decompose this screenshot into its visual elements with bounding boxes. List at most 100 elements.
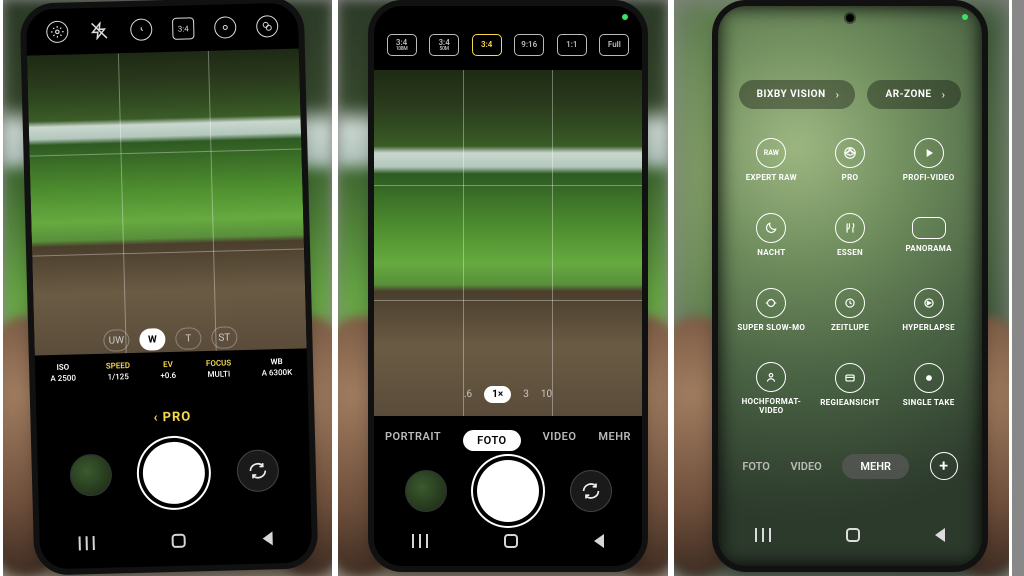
portrait-video-icon bbox=[756, 362, 786, 392]
camera-switch-button[interactable] bbox=[570, 470, 612, 512]
director-view-icon bbox=[835, 363, 865, 393]
zoom-3[interactable]: 3 bbox=[523, 389, 529, 400]
shutter-button[interactable] bbox=[477, 460, 539, 522]
tile-regieansicht[interactable]: REGIEANSICHT bbox=[811, 351, 890, 426]
screenshot-panel-mehr: BIXBY VISION › AR-ZONE› RAWEXPERT RAW PRO… bbox=[671, 0, 1012, 576]
screenshot-panel-pro: 3:4 UW W T ST ISOA 2500 SPEED1/125 EV+0.… bbox=[0, 0, 335, 576]
front-camera-punchhole bbox=[846, 14, 854, 22]
lens-uw[interactable]: UW bbox=[103, 329, 130, 352]
gallery-thumbnail[interactable] bbox=[405, 470, 447, 512]
camera-active-indicator bbox=[622, 14, 628, 20]
nav-recents-icon[interactable] bbox=[78, 536, 94, 550]
mode-grid: RAWEXPERT RAW PRO PROFI-VIDEO NACHT ESSE… bbox=[732, 126, 968, 426]
timer-icon[interactable] bbox=[130, 18, 153, 41]
tile-hochformat-video[interactable]: HOCHFORMAT- VIDEO bbox=[732, 351, 811, 426]
nav-back-icon[interactable] bbox=[935, 528, 945, 542]
mode-indicator-pro[interactable]: ‹ PRO bbox=[36, 406, 308, 428]
phone-frame: 3:4 UW W T ST ISOA 2500 SPEED1/125 EV+0.… bbox=[26, 3, 313, 570]
nav-recents-icon[interactable] bbox=[412, 534, 428, 548]
tile-nacht[interactable]: NACHT bbox=[732, 201, 811, 276]
screenshot-panel-foto: 3:4108M 3:450M 3:4 9:16 1:1 Full .6 1× 3… bbox=[335, 0, 671, 576]
android-navbar bbox=[718, 518, 982, 552]
lens-st[interactable]: ST bbox=[211, 326, 238, 349]
bixby-vision-label: BIXBY VISION bbox=[757, 89, 826, 100]
gallery-thumbnail[interactable] bbox=[69, 454, 112, 497]
tile-pro[interactable]: PRO bbox=[811, 126, 890, 201]
mode-label: PRO bbox=[162, 409, 191, 425]
pro-parameters: ISOA 2500 SPEED1/125 EV+0.6 FOCUSMULTI W… bbox=[35, 356, 307, 383]
top-pill-row: BIXBY VISION › AR-ZONE› bbox=[718, 80, 982, 109]
nav-back-icon[interactable] bbox=[263, 531, 273, 545]
zoom-selector: .6 1× 3 10 bbox=[374, 386, 642, 403]
tile-panorama[interactable]: PANORAMA bbox=[889, 201, 968, 276]
camera-active-indicator bbox=[962, 14, 968, 20]
mode-foto[interactable]: FOTO bbox=[742, 460, 770, 473]
nav-recents-icon[interactable] bbox=[755, 528, 771, 542]
nav-home-icon[interactable] bbox=[171, 534, 185, 548]
nav-home-icon[interactable] bbox=[846, 528, 860, 542]
nav-back-icon[interactable] bbox=[594, 534, 604, 548]
hyperlapse-icon bbox=[914, 288, 944, 318]
zoom-10[interactable]: 10 bbox=[541, 389, 552, 400]
zoom-1x[interactable]: 1× bbox=[484, 386, 511, 403]
tile-single-take[interactable]: SINGLE TAKE bbox=[889, 351, 968, 426]
aspect-3-4[interactable]: 3:4 bbox=[472, 34, 502, 56]
mode-mehr[interactable]: MEHR bbox=[598, 430, 631, 451]
mode-portrait[interactable]: PORTRAIT bbox=[385, 430, 441, 451]
mode-foto[interactable]: FOTO bbox=[463, 430, 521, 451]
android-navbar bbox=[39, 520, 312, 561]
slowmo-icon bbox=[756, 288, 786, 318]
tile-zeitlupe[interactable]: ZEITLUPE bbox=[811, 276, 890, 351]
pro-ev[interactable]: EV+0.6 bbox=[160, 360, 176, 380]
mode-mehr[interactable]: MEHR bbox=[842, 454, 909, 479]
shutter-row bbox=[37, 438, 311, 507]
mode-video[interactable]: VIDEO bbox=[543, 430, 577, 451]
aspect-3-4-50m[interactable]: 3:450M bbox=[429, 34, 459, 56]
aspect-full[interactable]: Full bbox=[599, 34, 629, 56]
ar-zone-button[interactable]: AR-ZONE› bbox=[867, 80, 961, 109]
aspect-ratio-icon[interactable]: 3:4 bbox=[172, 17, 195, 40]
zoom-0-6[interactable]: .6 bbox=[464, 389, 472, 400]
nav-home-icon[interactable] bbox=[504, 534, 518, 548]
camera-switch-button[interactable] bbox=[236, 449, 279, 492]
tile-essen[interactable]: ESSEN bbox=[811, 201, 890, 276]
lens-t[interactable]: T bbox=[175, 327, 202, 350]
raw-icon: RAW bbox=[756, 138, 786, 168]
aspect-1-1[interactable]: 1:1 bbox=[557, 34, 587, 56]
pro-wb[interactable]: WBA 6300K bbox=[261, 357, 292, 378]
grid-overlay bbox=[374, 70, 642, 416]
lens-w[interactable]: W bbox=[139, 328, 166, 351]
panorama-icon bbox=[912, 217, 946, 239]
food-icon bbox=[835, 213, 865, 243]
filter-icon[interactable] bbox=[256, 15, 279, 38]
bottom-mode-bar[interactable]: FOTO VIDEO MEHR + bbox=[718, 452, 982, 480]
pro-iso[interactable]: ISOA 2500 bbox=[50, 362, 76, 383]
aspect-9-16[interactable]: 9:16 bbox=[514, 34, 544, 56]
tile-profi-video[interactable]: PROFI-VIDEO bbox=[889, 126, 968, 201]
tile-hyperlapse[interactable]: HYPERLAPSE bbox=[889, 276, 968, 351]
bixby-vision-button[interactable]: BIXBY VISION › bbox=[739, 80, 856, 109]
viewfinder[interactable] bbox=[374, 70, 642, 416]
pro-speed[interactable]: SPEED1/125 bbox=[106, 361, 131, 382]
tile-super-slow-mo[interactable]: SUPER SLOW-MO bbox=[732, 276, 811, 351]
ar-zone-label: AR-ZONE bbox=[885, 89, 931, 100]
aspect-3-4-108m[interactable]: 3:4108M bbox=[387, 34, 417, 56]
flash-off-icon[interactable] bbox=[88, 19, 111, 42]
pro-top-icon-row: 3:4 bbox=[26, 15, 298, 44]
shutter-button[interactable] bbox=[142, 441, 206, 505]
tile-expert-raw[interactable]: RAWEXPERT RAW bbox=[732, 126, 811, 201]
chevron-right-icon: › bbox=[836, 88, 840, 101]
add-mode-button[interactable]: + bbox=[930, 452, 958, 480]
chevron-left-icon: ‹ bbox=[153, 410, 158, 425]
aperture-icon bbox=[835, 138, 865, 168]
moon-icon bbox=[756, 213, 786, 243]
settings-icon[interactable] bbox=[46, 21, 69, 44]
metering-icon[interactable] bbox=[214, 16, 237, 39]
viewfinder[interactable] bbox=[27, 49, 307, 356]
phone-frame: BIXBY VISION › AR-ZONE› RAWEXPERT RAW PRO… bbox=[718, 6, 982, 566]
mode-video[interactable]: VIDEO bbox=[790, 460, 821, 473]
mode-selector[interactable]: PORTRAIT FOTO VIDEO MEHR bbox=[374, 430, 642, 451]
grid-overlay bbox=[27, 49, 307, 356]
android-navbar bbox=[374, 524, 642, 558]
pro-focus[interactable]: FOCUSMULTI bbox=[206, 358, 232, 379]
